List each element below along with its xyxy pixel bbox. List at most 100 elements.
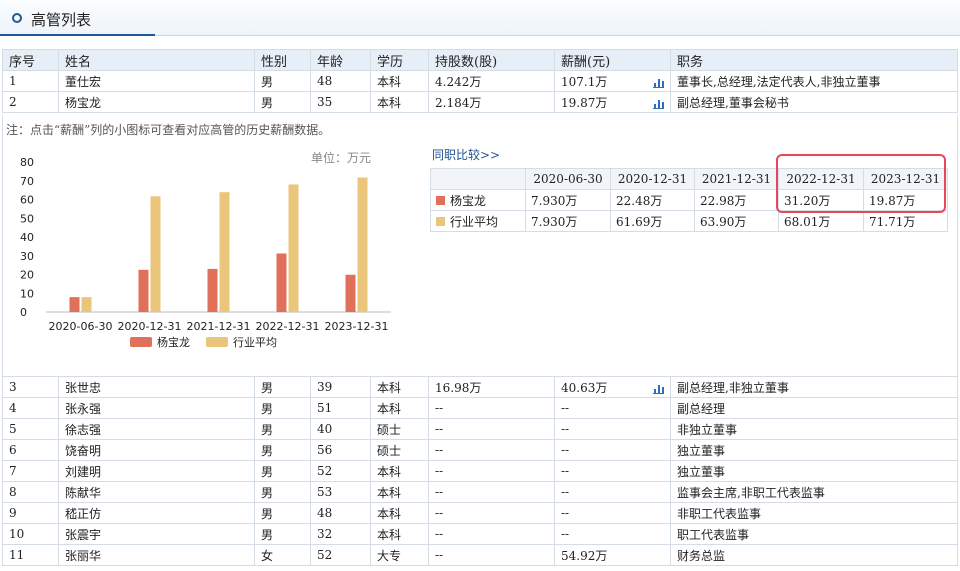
row-title-text: 财务总监 <box>677 548 726 563</box>
row-gender-text: 男 <box>261 464 274 479</box>
row-pay: 107.1万 <box>554 70 671 92</box>
table-row: 7 刘建明 男 52 本科 -- -- 独立董事 <box>2 460 958 482</box>
row-age: 51 <box>310 397 371 419</box>
row-title-text: 独立董事 <box>677 464 726 479</box>
table-row: 4 张永强 男 51 本科 -- -- 副总经理 <box>2 397 958 419</box>
salary-chart-icon[interactable] <box>653 99 664 109</box>
row-gender-text: 男 <box>261 95 274 110</box>
compare-value-cell: 71.71万 <box>863 210 948 232</box>
row-name-text: 刘建明 <box>65 464 102 479</box>
col-header-shares: 持股数(股) <box>428 49 555 71</box>
row-shares-text: -- <box>435 443 444 457</box>
row-name: 饶奋明 <box>58 439 255 461</box>
panel-title: 高管列表 <box>31 11 92 29</box>
peer-compare-link[interactable]: 同职比较>> <box>432 146 500 163</box>
row-name-text: 饶奋明 <box>65 443 102 458</box>
row-gender: 男 <box>254 91 311 113</box>
y-tick-label: 0 <box>20 306 27 319</box>
y-tick-label: 60 <box>20 194 34 207</box>
compare-value-cell: 7.930万 <box>525 210 611 232</box>
col-header-name: 姓名 <box>58 49 255 71</box>
row-gender-text: 男 <box>261 401 274 416</box>
row-shares: -- <box>428 397 555 419</box>
compare-row: 行业平均 7.930万 61.69万 63.90万 68.01万 71.71万 <box>430 210 948 232</box>
compare-corner-cell <box>430 168 526 190</box>
row-no-text: 9 <box>9 506 17 520</box>
row-title-text: 董事长,总经理,法定代表人,非独立董事 <box>677 74 881 89</box>
row-name: 杨宝龙 <box>58 91 255 113</box>
row-education-text: 硕士 <box>377 422 402 437</box>
table-row: 5 徐志强 男 40 硕士 -- -- 非独立董事 <box>2 418 958 440</box>
row-name-text: 嵇正仿 <box>65 506 102 521</box>
row-pay-text: -- <box>561 401 570 415</box>
row-age: 48 <box>310 502 371 524</box>
col-header-gender: 性别 <box>254 49 311 71</box>
row-pay: -- <box>554 523 671 545</box>
row-education: 本科 <box>370 397 429 419</box>
bar-industry-avg <box>81 297 92 312</box>
col-header-age: 年龄 <box>310 49 371 71</box>
row-title-text: 副总经理,董事会秘书 <box>677 95 789 110</box>
compare-date-header: 2021-12-31 <box>694 168 779 190</box>
row-pay-text: -- <box>561 527 570 541</box>
row-shares-text: 16.98万 <box>435 380 482 395</box>
row-no-text: 5 <box>9 422 17 436</box>
compare-value-cell: 63.90万 <box>694 210 779 232</box>
row-title: 职工代表监事 <box>670 523 958 545</box>
row-age-text: 32 <box>317 527 333 541</box>
row-title-text: 监事会主席,非职工代表监事 <box>677 485 825 500</box>
row-age-text: 51 <box>317 401 333 415</box>
row-name: 张永强 <box>58 397 255 419</box>
row-shares: -- <box>428 439 555 461</box>
salary-chart-icon[interactable] <box>653 384 664 394</box>
compare-date-header: 2020-06-30 <box>525 168 611 190</box>
x-tick-label: 2021-12-31 <box>187 320 251 333</box>
y-tick-label: 50 <box>20 212 34 225</box>
row-age-text: 35 <box>317 95 333 109</box>
row-age-text: 39 <box>317 380 333 394</box>
row-pay: -- <box>554 502 671 524</box>
row-education: 本科 <box>370 481 429 503</box>
x-tick-label: 2020-06-30 <box>49 320 113 333</box>
table-row: 1 董仕宏 男 48 本科 4.242万 107.1万 董事长,总经理,法定代表人,非独立董事 <box>2 70 958 92</box>
row-title-text: 副总经理,非独立董事 <box>677 380 789 395</box>
row-gender-text: 男 <box>261 443 274 458</box>
row-title: 副总经理 <box>670 397 958 419</box>
row-education: 本科 <box>370 91 429 113</box>
row-no: 10 <box>2 523 59 545</box>
row-name-text: 张丽华 <box>65 548 102 563</box>
compare-date-header: 2020-12-31 <box>610 168 695 190</box>
row-no: 1 <box>2 70 59 92</box>
row-gender: 男 <box>254 70 311 92</box>
table-row: 6 饶奋明 男 56 硕士 -- -- 独立董事 <box>2 439 958 461</box>
row-no-text: 4 <box>9 401 17 415</box>
row-name: 徐志强 <box>58 418 255 440</box>
row-age-text: 40 <box>317 422 333 436</box>
row-gender: 男 <box>254 460 311 482</box>
compare-value-cell: 61.69万 <box>610 210 695 232</box>
executive-table-bottom: 3 张世忠男 39 本科 16.98万 40.63万 副总经理,非独立董事 4 张永强男 51 本科… <box>2 376 958 566</box>
y-tick-label: 20 <box>20 269 34 282</box>
row-no: 8 <box>2 481 59 503</box>
row-shares-text: -- <box>435 422 444 436</box>
legend-label: 杨宝龙 <box>157 335 190 349</box>
row-shares-text: -- <box>435 527 444 541</box>
salary-chart-icon[interactable] <box>653 78 664 88</box>
col-header-education: 学历 <box>370 49 429 71</box>
row-pay-text: -- <box>561 422 570 436</box>
row-age: 35 <box>310 91 371 113</box>
row-shares: -- <box>428 481 555 503</box>
row-shares-text: -- <box>435 464 444 478</box>
compare-row-label-text: 杨宝龙 <box>450 193 487 208</box>
row-no-text: 11 <box>9 548 25 562</box>
salary-bar-chart: 0 10 20 30 40 50 60 70 80 2020-06-30 2020-12-31 202… <box>20 156 391 349</box>
table-row: 8 陈献华 男 53 本科 -- -- 监事会主席,非职工代表监事 <box>2 481 958 503</box>
row-pay: 40.63万 <box>554 376 671 398</box>
row-gender: 男 <box>254 397 311 419</box>
row-shares: -- <box>428 418 555 440</box>
row-title-text: 独立董事 <box>677 443 726 458</box>
y-tick-label: 80 <box>20 156 34 169</box>
row-no: 6 <box>2 439 59 461</box>
row-name: 张震宇 <box>58 523 255 545</box>
row-shares-text: -- <box>435 485 444 499</box>
